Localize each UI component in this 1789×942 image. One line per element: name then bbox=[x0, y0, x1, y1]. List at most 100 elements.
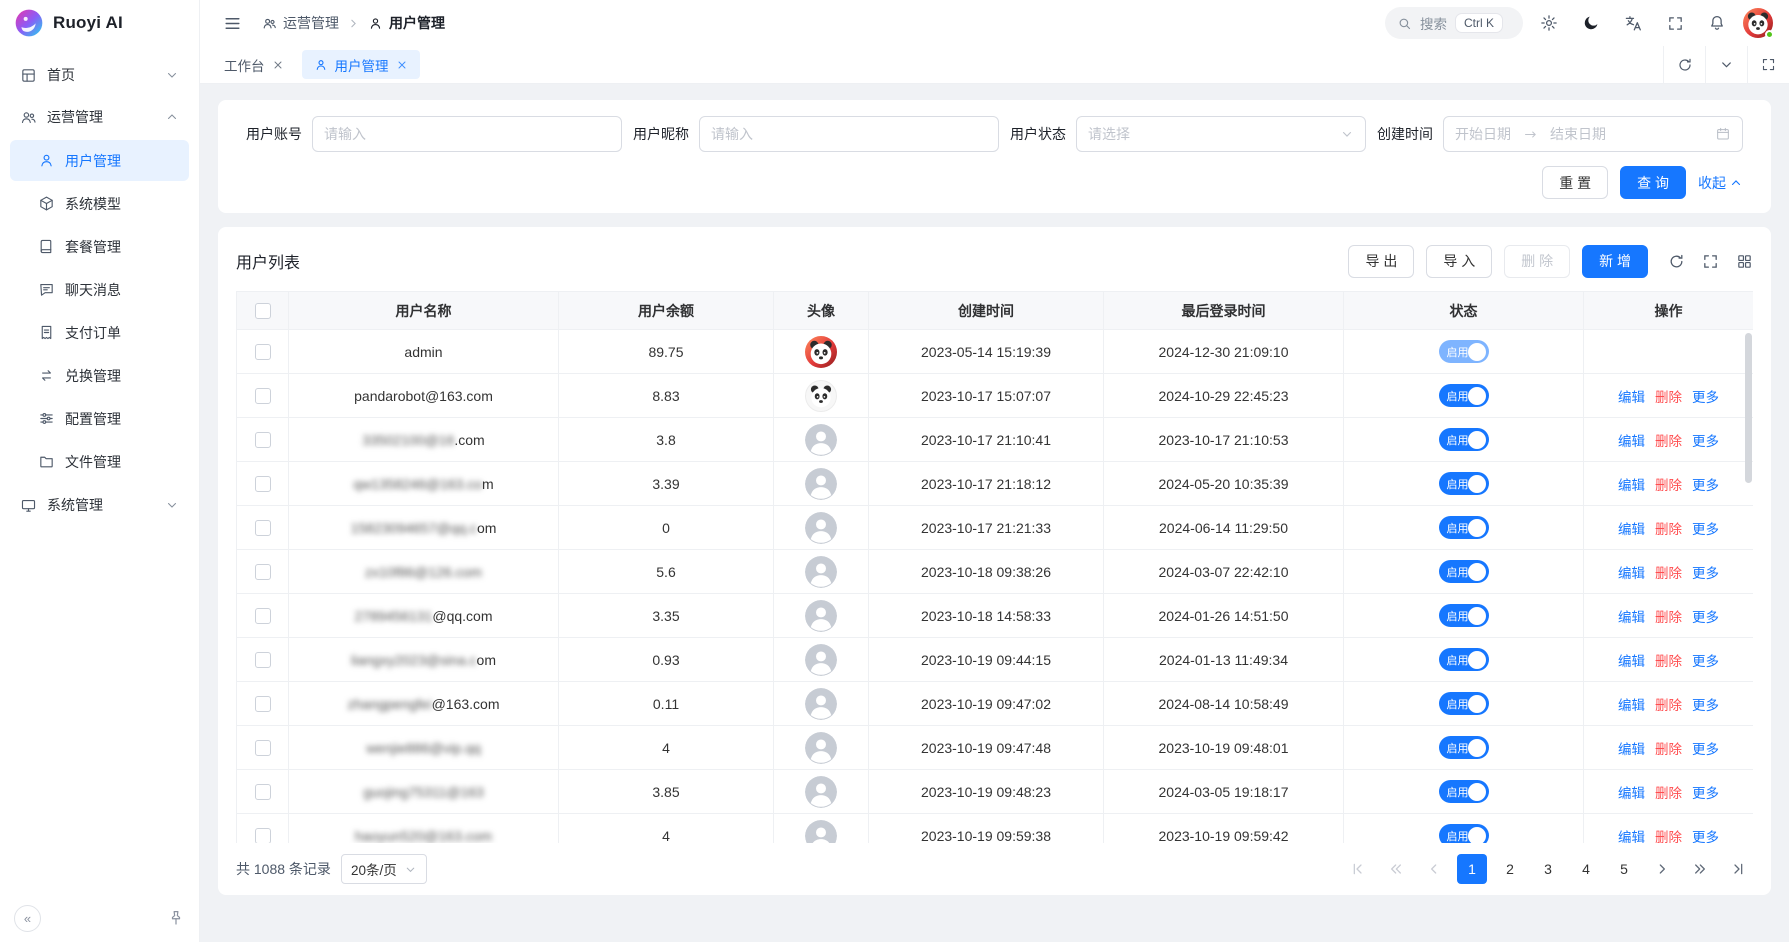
delete-link[interactable]: 删除 bbox=[1655, 742, 1682, 757]
delete-button[interactable]: 删 除 bbox=[1504, 245, 1570, 278]
row-checkbox[interactable] bbox=[255, 652, 271, 668]
tab-workbench[interactable]: 工作台 bbox=[212, 50, 296, 79]
row-checkbox[interactable] bbox=[255, 828, 271, 843]
last-page-button[interactable] bbox=[1723, 854, 1753, 884]
refresh-icon[interactable] bbox=[1663, 46, 1705, 83]
delete-link[interactable]: 删除 bbox=[1655, 610, 1682, 625]
sidebar-item-exchange-management[interactable]: 兑换管理 bbox=[10, 355, 189, 396]
more-link[interactable]: 更多 bbox=[1692, 522, 1719, 537]
breadcrumb-operations[interactable]: 运营管理 bbox=[262, 13, 339, 33]
export-button[interactable]: 导 出 bbox=[1348, 245, 1414, 278]
more-link[interactable]: 更多 bbox=[1692, 698, 1719, 713]
sidebar-item-package-management[interactable]: 套餐管理 bbox=[10, 226, 189, 267]
edit-link[interactable]: 编辑 bbox=[1618, 698, 1645, 713]
edit-link[interactable]: 编辑 bbox=[1618, 390, 1645, 405]
page-button-3[interactable]: 3 bbox=[1533, 854, 1563, 884]
row-checkbox[interactable] bbox=[255, 388, 271, 404]
close-icon[interactable] bbox=[396, 59, 408, 71]
more-link[interactable]: 更多 bbox=[1692, 390, 1719, 405]
page-button-1[interactable]: 1 bbox=[1457, 854, 1487, 884]
row-checkbox[interactable] bbox=[255, 696, 271, 712]
page-button-2[interactable]: 2 bbox=[1495, 854, 1525, 884]
prev-5-pages-button[interactable] bbox=[1381, 854, 1411, 884]
language-translate-icon[interactable] bbox=[1617, 7, 1649, 39]
reset-button[interactable]: 重 置 bbox=[1542, 166, 1608, 199]
delete-link[interactable]: 删除 bbox=[1655, 434, 1682, 449]
table-fullscreen-icon[interactable] bbox=[1702, 253, 1719, 270]
sidebar-group-operations[interactable]: 运营管理 bbox=[10, 96, 189, 138]
edit-link[interactable]: 编辑 bbox=[1618, 478, 1645, 493]
more-link[interactable]: 更多 bbox=[1692, 478, 1719, 493]
collapse-filter-link[interactable]: 收起 bbox=[1698, 173, 1743, 193]
status-select[interactable]: 请选择 bbox=[1076, 116, 1366, 152]
row-checkbox[interactable] bbox=[255, 608, 271, 624]
status-toggle[interactable]: 启用 bbox=[1439, 736, 1489, 759]
import-button[interactable]: 导 入 bbox=[1426, 245, 1492, 278]
sidebar-item-payment-orders[interactable]: 支付订单 bbox=[10, 312, 189, 353]
edit-link[interactable]: 编辑 bbox=[1618, 830, 1645, 844]
edit-link[interactable]: 编辑 bbox=[1618, 434, 1645, 449]
status-toggle[interactable]: 启用 bbox=[1439, 340, 1489, 363]
status-toggle[interactable]: 启用 bbox=[1439, 692, 1489, 715]
page-size-select[interactable]: 20条/页 bbox=[341, 854, 427, 884]
edit-link[interactable]: 编辑 bbox=[1618, 786, 1645, 801]
global-search[interactable]: 搜索 Ctrl K bbox=[1385, 7, 1523, 39]
edit-link[interactable]: 编辑 bbox=[1618, 566, 1645, 581]
more-link[interactable]: 更多 bbox=[1692, 654, 1719, 669]
edit-link[interactable]: 编辑 bbox=[1618, 654, 1645, 669]
more-link[interactable]: 更多 bbox=[1692, 742, 1719, 757]
more-link[interactable]: 更多 bbox=[1692, 786, 1719, 801]
dark-mode-moon-icon[interactable] bbox=[1575, 7, 1607, 39]
row-checkbox[interactable] bbox=[255, 476, 271, 492]
account-input[interactable] bbox=[312, 116, 622, 152]
hamburger-menu-icon[interactable] bbox=[216, 7, 248, 39]
page-button-4[interactable]: 4 bbox=[1571, 854, 1601, 884]
delete-link[interactable]: 删除 bbox=[1655, 390, 1682, 405]
refresh-icon[interactable] bbox=[1668, 253, 1685, 270]
first-page-button[interactable] bbox=[1343, 854, 1373, 884]
status-toggle[interactable]: 启用 bbox=[1439, 472, 1489, 495]
fullscreen-icon[interactable] bbox=[1659, 7, 1691, 39]
row-checkbox[interactable] bbox=[255, 344, 271, 360]
status-toggle[interactable]: 启用 bbox=[1439, 428, 1489, 451]
status-toggle[interactable]: 启用 bbox=[1439, 384, 1489, 407]
more-link[interactable]: 更多 bbox=[1692, 830, 1719, 844]
status-toggle[interactable]: 启用 bbox=[1439, 780, 1489, 803]
delete-link[interactable]: 删除 bbox=[1655, 478, 1682, 493]
delete-link[interactable]: 删除 bbox=[1655, 786, 1682, 801]
sidebar-item-file-management[interactable]: 文件管理 bbox=[10, 441, 189, 482]
user-avatar[interactable] bbox=[1743, 8, 1773, 38]
status-toggle[interactable]: 启用 bbox=[1439, 824, 1489, 843]
notification-bell-icon[interactable] bbox=[1701, 7, 1733, 39]
status-toggle[interactable]: 启用 bbox=[1439, 516, 1489, 539]
row-checkbox[interactable] bbox=[255, 740, 271, 756]
sidebar-group-system[interactable]: 系统管理 bbox=[10, 484, 189, 526]
column-settings-icon[interactable] bbox=[1736, 253, 1753, 270]
date-range-picker[interactable]: 开始日期 结束日期 bbox=[1443, 116, 1743, 152]
more-link[interactable]: 更多 bbox=[1692, 566, 1719, 581]
edit-link[interactable]: 编辑 bbox=[1618, 742, 1645, 757]
next-page-button[interactable] bbox=[1647, 854, 1677, 884]
row-checkbox[interactable] bbox=[255, 564, 271, 580]
delete-link[interactable]: 删除 bbox=[1655, 654, 1682, 669]
tab-user-management[interactable]: 用户管理 bbox=[302, 50, 420, 79]
sidebar-collapse-button[interactable]: « bbox=[14, 905, 41, 932]
delete-link[interactable]: 删除 bbox=[1655, 522, 1682, 537]
pin-icon[interactable] bbox=[167, 909, 185, 927]
nickname-input[interactable] bbox=[699, 116, 999, 152]
next-5-pages-button[interactable] bbox=[1685, 854, 1715, 884]
delete-link[interactable]: 删除 bbox=[1655, 566, 1682, 581]
chevron-down-icon[interactable] bbox=[1705, 46, 1747, 83]
more-link[interactable]: 更多 bbox=[1692, 434, 1719, 449]
table-scrollbar[interactable] bbox=[1745, 333, 1752, 483]
status-toggle[interactable]: 启用 bbox=[1439, 648, 1489, 671]
sidebar-group-home[interactable]: 首页 bbox=[10, 54, 189, 96]
add-button[interactable]: 新 增 bbox=[1582, 245, 1648, 278]
sidebar-item-chat-messages[interactable]: 聊天消息 bbox=[10, 269, 189, 310]
select-all-checkbox[interactable] bbox=[255, 303, 271, 319]
row-checkbox[interactable] bbox=[255, 432, 271, 448]
prev-page-button[interactable] bbox=[1419, 854, 1449, 884]
sidebar-item-user-management[interactable]: 用户管理 bbox=[10, 140, 189, 181]
content-fullscreen-icon[interactable] bbox=[1747, 46, 1789, 83]
page-button-5[interactable]: 5 bbox=[1609, 854, 1639, 884]
